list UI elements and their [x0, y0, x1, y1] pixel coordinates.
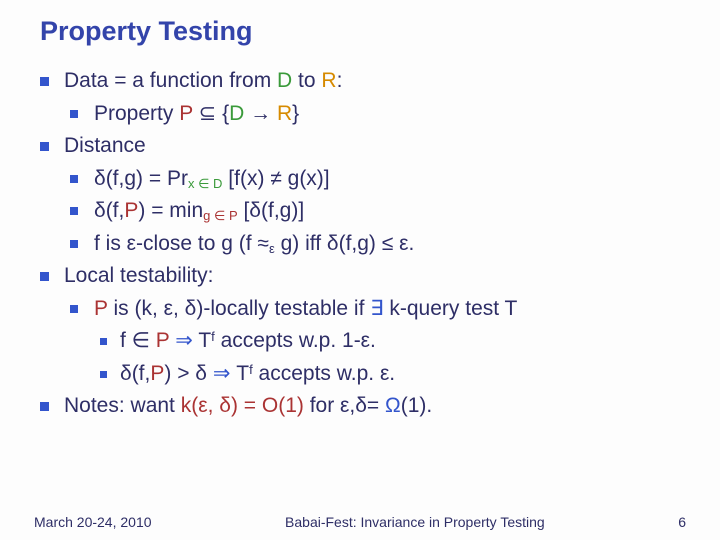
text: accepts w.p. ε.: [253, 362, 395, 385]
exists-icon: ∃: [370, 297, 383, 320]
set-p: P: [94, 297, 108, 320]
text: g) iff δ(f,g) ≤ ε.: [275, 232, 415, 255]
set-d: D: [277, 69, 292, 92]
item-eps-close: f is ε-close to g (f ≈ε g) iff δ(f,g) ≤ …: [64, 228, 686, 261]
text: }: [292, 102, 299, 125]
implies-icon: ⇒: [169, 329, 198, 352]
item-delta-fg: δ(f,g) = Prx ∈ D [f(x) ≠ g(x)]: [64, 163, 686, 196]
text: for ε,δ=: [304, 394, 385, 417]
text: Property: [94, 102, 179, 125]
arrow-icon: →: [244, 102, 277, 125]
set-r: R: [321, 69, 336, 92]
text: [f(x) ≠ g(x)]: [222, 167, 329, 190]
item-testable-def: P is (k, ε, δ)-locally testable if ∃ k-q…: [64, 293, 686, 391]
text: ) > δ: [164, 362, 212, 385]
text: f ∈: [120, 329, 156, 352]
text: to: [292, 69, 321, 92]
set-r: R: [277, 102, 292, 125]
text: ⊆ {: [193, 102, 229, 125]
text: δ(f,: [120, 362, 150, 385]
item-accept-no: δ(f,P) > δ ⇒ Tf accepts w.p. ε.: [94, 358, 686, 391]
text: f is ε-close to g (f ≈: [94, 232, 269, 255]
item-notes: Notes: want k(ε, δ) = O(1) for ε,δ= Ω(1)…: [34, 390, 686, 423]
item-delta-fp: δ(f,P) = ming ∈ P [δ(f,g)]: [64, 195, 686, 228]
footer-date: March 20-24, 2010: [34, 514, 152, 530]
set-p: P: [179, 102, 193, 125]
bullet-list: Data = a function from D to R: Property …: [34, 65, 686, 423]
item-data: Data = a function from D to R: Property …: [34, 65, 686, 130]
item-distance: Distance δ(f,g) = Prx ∈ D [f(x) ≠ g(x)] …: [34, 130, 686, 260]
slide-number: 6: [678, 514, 686, 530]
text: Local testability:: [64, 264, 213, 287]
text: is (k, ε, δ)-locally testable if: [108, 297, 371, 320]
text: :: [337, 69, 343, 92]
set-d: D: [229, 102, 244, 125]
text: k-query test T: [384, 297, 518, 320]
footer-title: Babai-Fest: Invariance in Property Testi…: [285, 514, 545, 530]
text: δ(f,: [94, 199, 124, 222]
text: ) = min: [138, 199, 203, 222]
set-p: P: [150, 362, 164, 385]
subscript: x ∈ D: [188, 176, 222, 191]
text: T: [198, 329, 211, 352]
item-local-testability: Local testability: P is (k, ε, δ)-locall…: [34, 260, 686, 390]
footer: March 20-24, 2010 Babai-Fest: Invariance…: [0, 514, 720, 530]
set-p: P: [124, 199, 138, 222]
text: Notes: want: [64, 394, 181, 417]
slide-title: Property Testing: [40, 16, 686, 47]
text: T: [236, 362, 249, 385]
complexity: k(ε, δ) = O(1): [181, 394, 304, 417]
text: Distance: [64, 134, 146, 157]
text: [δ(f,g)]: [238, 199, 305, 222]
set-p: P: [156, 329, 170, 352]
text: Data = a function from: [64, 69, 277, 92]
item-property: Property P ⊆ {D → R}: [64, 98, 686, 131]
omega-icon: Ω: [385, 394, 401, 417]
subscript: g ∈ P: [203, 208, 238, 223]
text: δ(f,g) = Pr: [94, 167, 188, 190]
text: accepts w.p. 1-ε.: [215, 329, 376, 352]
item-accept-yes: f ∈ P ⇒ Tf accepts w.p. 1-ε.: [94, 325, 686, 358]
text: (1).: [401, 394, 433, 417]
implies-icon: ⇒: [213, 362, 236, 385]
slide: Property Testing Data = a function from …: [0, 0, 720, 540]
